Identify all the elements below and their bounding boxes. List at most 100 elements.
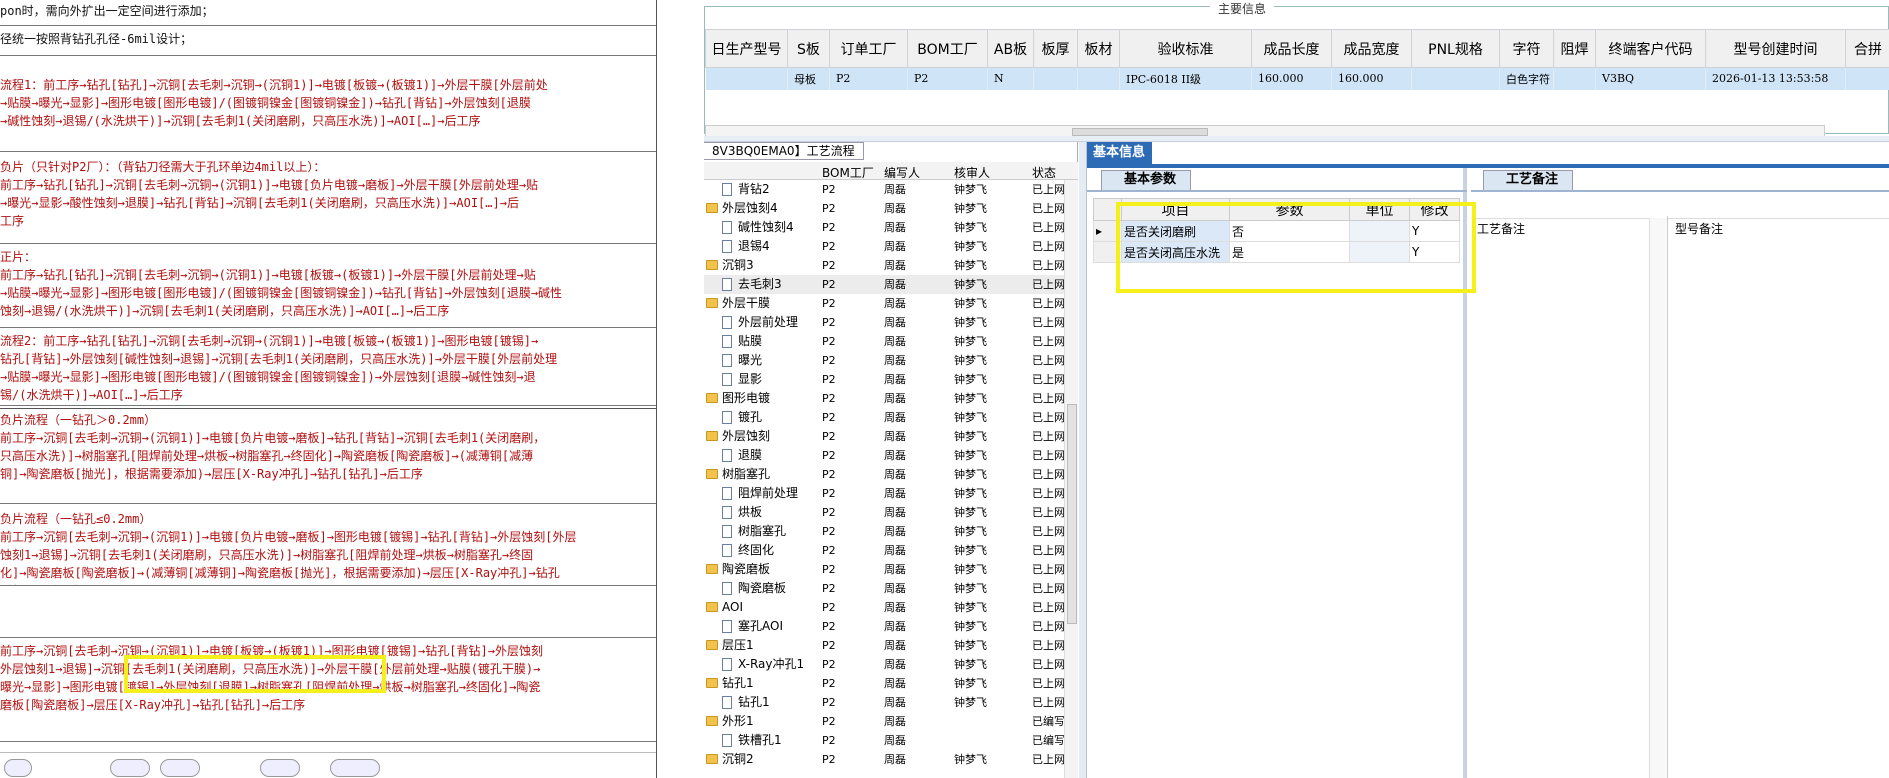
tree-node[interactable]: 沉铜3 P2 周磊 钟梦飞 已上网 xyxy=(704,256,1065,275)
tree-node[interactable]: 背钻2 P2 周磊 钟梦飞 已上网 xyxy=(704,180,1065,199)
main-info-cell[interactable]: 白色字符 xyxy=(1499,67,1554,90)
main-info-cell[interactable]: 2026-01-13 13:53:58 xyxy=(1705,67,1846,90)
tab-process-flow[interactable]: 8V3BQ0EMA0】工艺流程 xyxy=(704,142,864,160)
main-info-cell[interactable] xyxy=(1845,67,1889,90)
main-info-col-header[interactable]: 日生产型号 xyxy=(705,29,788,68)
col-status[interactable]: 状态 xyxy=(1032,164,1056,181)
document-icon xyxy=(722,525,732,538)
col-reviewer[interactable]: 核审人 xyxy=(954,164,990,181)
tree-node[interactable]: 树脂塞孔 P2 周磊 钟梦飞 已上网 xyxy=(704,465,1065,484)
main-info-col-header[interactable]: 订单工厂 xyxy=(829,29,908,68)
tree-cell-author: 周磊 xyxy=(884,677,906,690)
tree-cell-bom: P2 xyxy=(822,354,836,367)
tree-cell-author: 周磊 xyxy=(884,259,906,272)
main-info-col-header[interactable]: 终端客户代码 xyxy=(1595,29,1706,68)
main-info-cell[interactable]: P2 xyxy=(907,67,988,90)
vertical-splitter[interactable] xyxy=(1079,142,1087,778)
main-info-col-header[interactable]: 成品长度 xyxy=(1251,29,1332,68)
tree-node[interactable]: 终固化 P2 周磊 钟梦飞 已上网 xyxy=(704,541,1065,560)
main-info-col-header[interactable]: BOM工厂 xyxy=(907,29,988,68)
main-info-col-header[interactable]: 阻焊 xyxy=(1553,29,1596,68)
col-author[interactable]: 编写人 xyxy=(884,164,920,181)
notes-scrollbar[interactable] xyxy=(1649,218,1667,778)
tree-cell-status: 已上网 xyxy=(1032,354,1065,367)
main-info-col-header[interactable]: 合拼 xyxy=(1845,29,1889,68)
tree-node[interactable]: 曝光 P2 周磊 钟梦飞 已上网 xyxy=(704,351,1065,370)
main-info-col-header[interactable]: 板厚 xyxy=(1033,29,1078,68)
doc-toolbar-button[interactable] xyxy=(110,759,150,777)
main-info-col-header[interactable]: 验收标准 xyxy=(1119,29,1252,68)
doc-line xyxy=(0,590,656,608)
tree-node[interactable]: 陶瓷磨板 P2 周磊 钟梦飞 已上网 xyxy=(704,560,1065,579)
tree-cell-status: 已上网 xyxy=(1032,183,1065,196)
tab-basic-params[interactable]: 基本参数 xyxy=(1101,170,1192,190)
main-info-col-header[interactable]: 板材 xyxy=(1077,29,1120,68)
main-info-cell[interactable]: IPC-6018 II级 xyxy=(1119,67,1252,90)
tree-node[interactable]: 镀孔 P2 周磊 钟梦飞 已上网 xyxy=(704,408,1065,427)
tree-node[interactable]: 烘板 P2 周磊 钟梦飞 已上网 xyxy=(704,503,1065,522)
tree-node[interactable]: 钻孔1 P2 周磊 钟梦飞 已上网 xyxy=(704,693,1065,712)
tree-node[interactable]: 外形1 P2 周磊 已编写 xyxy=(704,712,1065,731)
main-info-row[interactable]: 母板 P2 P2 N IPC-6018 II级 160.000 160.000 白色字符 V3B… xyxy=(705,67,1889,90)
tree-node[interactable]: 铁槽孔1 P2 周磊 已编写 xyxy=(704,731,1065,750)
tree-node[interactable]: X-Ray冲孔1 P2 周磊 钟梦飞 已上网 xyxy=(704,655,1065,674)
tree-node[interactable]: 退膜 P2 周磊 钟梦飞 已上网 xyxy=(704,446,1065,465)
tree-node[interactable]: 钻孔1 P2 周磊 钟梦飞 已上网 xyxy=(704,674,1065,693)
tree-node[interactable]: 外层前处理 P2 周磊 钟梦飞 已上网 xyxy=(704,313,1065,332)
hscroll-thumb[interactable] xyxy=(1072,128,1208,136)
main-info-col-header[interactable]: S板 xyxy=(787,29,830,68)
tree-node[interactable]: 沉铜2 P2 周磊 钟梦飞 已上网 xyxy=(704,750,1065,769)
main-info-cell[interactable]: N xyxy=(987,67,1034,90)
main-info-cell[interactable] xyxy=(1033,67,1078,90)
main-info-col-header[interactable]: 成品宽度 xyxy=(1331,29,1412,68)
tree-node[interactable]: 阻焊前处理 P2 周磊 钟梦飞 已上网 xyxy=(704,484,1065,503)
doc-line: 负片（只针对P2厂）：（背钻刀径需大于孔环单边4mil以上）： xyxy=(0,160,326,174)
tree-node[interactable]: AOI P2 周磊 钟梦飞 已上网 xyxy=(704,598,1065,617)
doc-toolbar-button[interactable] xyxy=(330,759,380,777)
tree-node[interactable]: 外层蚀刻 P2 周磊 钟梦飞 已上网 xyxy=(704,427,1065,446)
tree-node[interactable]: 贴膜 P2 周磊 钟梦飞 已上网 xyxy=(704,332,1065,351)
doc-toolbar-button[interactable] xyxy=(4,759,32,777)
tree-node[interactable]: 层压1 P2 周磊 钟梦飞 已上网 xyxy=(704,636,1065,655)
main-info-col-header[interactable]: 型号创建时间 xyxy=(1705,29,1846,68)
main-info-cell[interactable]: 160.000 xyxy=(1251,67,1332,90)
tree-cell-status: 已上网 xyxy=(1032,297,1065,310)
tree-node[interactable]: 塞孔AOI P2 周磊 钟梦飞 已上网 xyxy=(704,617,1065,636)
doc-line: 只高压水洗)]→树脂塞孔[阻焊前处理→烘板→树脂塞孔→终固化]→陶瓷磨板[陶瓷磨… xyxy=(0,449,534,463)
tree-node[interactable]: 碱性蚀刻4 P2 周磊 钟梦飞 已上网 xyxy=(704,218,1065,237)
tree-node[interactable]: 外层干膜 P2 周磊 钟梦飞 已上网 xyxy=(704,294,1065,313)
main-info-col-header[interactable]: 字符 xyxy=(1499,29,1554,68)
tree-node[interactable]: 外层蚀刻4 P2 周磊 钟梦飞 已上网 xyxy=(704,199,1065,218)
main-info-col-header[interactable]: PNL规格 xyxy=(1411,29,1500,68)
tree-cell-reviewer: 钟梦飞 xyxy=(954,506,987,519)
basic-info-title[interactable]: 基本信息 xyxy=(1087,142,1152,164)
tree-node-label: 去毛刺3 xyxy=(738,277,782,291)
doc-toolbar-button[interactable] xyxy=(260,759,300,777)
tree-vscrollbar[interactable] xyxy=(1064,180,1078,778)
tree-node[interactable]: 去毛刺3 P2 周磊 钟梦飞 已上网 xyxy=(704,275,1065,294)
doc-toolbar-button[interactable] xyxy=(160,759,200,777)
tab-process-notes[interactable]: 工艺备注 xyxy=(1483,170,1574,190)
main-info-cell[interactable] xyxy=(1077,67,1120,90)
main-info-cell[interactable] xyxy=(705,67,788,90)
main-info-cell[interactable]: V3BQ xyxy=(1595,67,1706,90)
tree-header: BOM工厂 编写人 核审人 状态 xyxy=(704,162,1078,180)
doc-section: pon时，需向外扩出一定空间进行添加； xyxy=(0,0,656,26)
main-info-cell[interactable]: P2 xyxy=(829,67,908,90)
main-info-cell[interactable] xyxy=(1553,67,1596,90)
tree-node[interactable]: 陶瓷磨板 P2 周磊 钟梦飞 已上网 xyxy=(704,579,1065,598)
tree-node[interactable]: 显影 P2 周磊 钟梦飞 已上网 xyxy=(704,370,1065,389)
tree-cell-bom: P2 xyxy=(822,677,836,690)
tree-cell-status: 已上网 xyxy=(1032,525,1065,538)
tree-cell-bom: P2 xyxy=(822,601,836,614)
main-info-col-header[interactable]: AB板 xyxy=(987,29,1034,68)
tree-node[interactable]: 树脂塞孔 P2 周磊 钟梦飞 已上网 xyxy=(704,522,1065,541)
tree-vscroll-thumb[interactable] xyxy=(1067,404,1077,624)
tree-node[interactable]: 退锡4 P2 周磊 钟梦飞 已上网 xyxy=(704,237,1065,256)
main-info-cell[interactable]: 160.000 xyxy=(1331,67,1412,90)
tree-node[interactable]: 图形电镀 P2 周磊 钟梦飞 已上网 xyxy=(704,389,1065,408)
main-info-cell[interactable]: 母板 xyxy=(787,67,830,90)
col-bom-factory[interactable]: BOM工厂 xyxy=(822,164,874,181)
doc-section: 流程1：前工序→钻孔[钻孔]→沉铜[去毛刺→沉铜→(沉铜1)]→电镀[板镀→(板… xyxy=(0,74,656,152)
main-info-cell[interactable] xyxy=(1411,67,1500,90)
